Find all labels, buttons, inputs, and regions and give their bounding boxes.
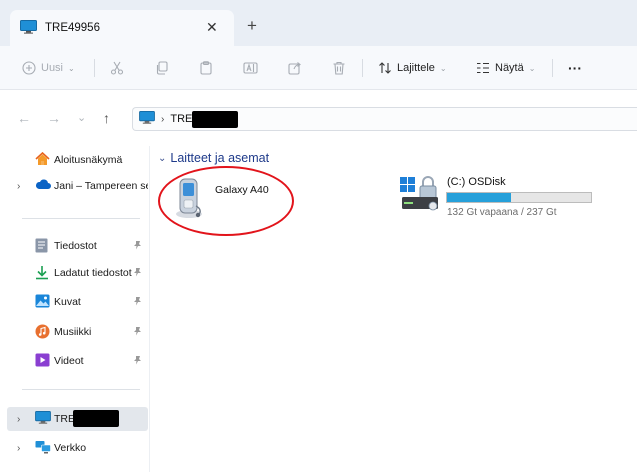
pin-icon xyxy=(133,240,142,253)
pin-icon xyxy=(133,267,142,280)
command-bar: Uusi ⌄ Lajittele ⌄ Näytä ⌄ ··· xyxy=(0,46,637,90)
plus-circle-icon xyxy=(22,61,36,75)
sort-button[interactable]: Lajittele ⌄ xyxy=(378,46,447,90)
sidebar-item-this-pc[interactable]: › TRE xyxy=(7,407,148,431)
sort-button-label: Lajittele xyxy=(397,62,435,74)
sidebar-item-label: Ladatut tiedostot xyxy=(54,267,132,279)
chevron-down-icon: ⌄ xyxy=(528,63,536,73)
music-icon xyxy=(35,324,50,342)
download-arrow-icon xyxy=(35,265,49,283)
recent-locations-chevron-icon[interactable]: ⌄ xyxy=(77,111,86,124)
expand-chevron-icon[interactable]: › xyxy=(17,414,20,425)
red-annotation-circle xyxy=(158,166,294,236)
trash-icon xyxy=(332,61,346,75)
copy-button[interactable] xyxy=(155,46,169,90)
breadcrumb-separator: › xyxy=(161,113,165,125)
expand-chevron-icon[interactable]: › xyxy=(17,181,20,192)
sidebar-item-downloads[interactable]: Ladatut tiedostot xyxy=(0,261,148,285)
share-button[interactable] xyxy=(288,46,302,90)
forward-arrow-icon[interactable]: → xyxy=(47,110,61,126)
sidebar-item-label: Verkko xyxy=(54,442,87,454)
redaction-block xyxy=(192,110,239,128)
view-button[interactable]: Näytä ⌄ xyxy=(476,46,535,90)
this-pc-icon xyxy=(139,111,155,127)
collapse-chevron-icon: ⌄ xyxy=(158,152,167,164)
this-pc-icon xyxy=(35,411,51,427)
cloud-icon xyxy=(35,178,51,193)
network-icon xyxy=(35,440,51,457)
sidebar-item-documents[interactable]: Tiedostot xyxy=(0,234,148,258)
pin-icon xyxy=(133,326,142,339)
drive-name[interactable]: (C:) OSDisk xyxy=(447,176,506,188)
documents-icon xyxy=(35,238,48,256)
group-label: Laitteet ja asemat xyxy=(170,151,270,165)
new-tab-button[interactable]: + xyxy=(247,17,257,34)
copy-icon xyxy=(155,61,169,75)
breadcrumb-this-pc[interactable]: TRE xyxy=(170,113,192,125)
delete-button[interactable] xyxy=(332,46,346,90)
title-bar: TRE49956 ✕ + xyxy=(0,0,637,46)
window-tab[interactable]: TRE49956 ✕ xyxy=(10,10,234,46)
drive-free-space: 132 Gt vapaana / 237 Gt xyxy=(447,207,557,218)
share-icon xyxy=(288,61,302,75)
sidebar-item-label: Jani – Tampereen seudun xyxy=(54,180,148,192)
sidebar-item-label: Tiedostot xyxy=(54,240,97,252)
scissors-icon xyxy=(110,61,124,75)
sidebar-item-label: Videot xyxy=(54,355,84,367)
rename-button[interactable] xyxy=(243,46,258,90)
toolbar-divider xyxy=(552,59,553,77)
navigation-pane: Aloitusnäkymä › Jani – Tampereen seudun … xyxy=(0,146,150,472)
sidebar-item-videos[interactable]: Videot xyxy=(0,349,148,373)
sidebar-item-music[interactable]: Musiikki xyxy=(0,320,148,344)
close-tab-button[interactable]: ✕ xyxy=(206,19,218,36)
this-pc-icon xyxy=(20,19,37,37)
sidebar-item-label: TRE xyxy=(54,413,75,425)
back-arrow-icon[interactable]: ← xyxy=(17,110,31,126)
drive-usage-bar xyxy=(446,192,592,203)
home-icon xyxy=(35,151,50,169)
navigation-row: ← → ⌄ ↑ › TRE xyxy=(0,90,637,146)
new-button-label: Uusi xyxy=(41,62,64,74)
tab-title: TRE49956 xyxy=(45,22,100,34)
sidebar-item-home[interactable]: Aloitusnäkymä xyxy=(0,148,148,172)
sidebar-item-network[interactable]: › Verkko xyxy=(0,436,148,460)
paste-button[interactable] xyxy=(199,46,213,90)
sidebar-divider xyxy=(22,218,140,219)
address-bar[interactable]: › TRE xyxy=(132,107,637,131)
redaction-block xyxy=(73,410,119,427)
sidebar-divider xyxy=(22,389,140,390)
sidebar-item-label: Musiikki xyxy=(54,326,92,338)
up-arrow-icon[interactable]: ↑ xyxy=(103,110,110,126)
sidebar-item-label: Aloitusnäkymä xyxy=(54,154,123,166)
view-button-label: Näytä xyxy=(495,62,524,74)
drive-usage-fill xyxy=(447,193,511,202)
pin-icon xyxy=(133,355,142,368)
clipboard-icon xyxy=(199,61,213,75)
chevron-down-icon: ⌄ xyxy=(439,63,447,73)
chevron-down-icon: ⌄ xyxy=(68,63,75,73)
videos-icon xyxy=(35,353,50,370)
sidebar-item-onedrive[interactable]: › Jani – Tampereen seudun xyxy=(0,174,148,198)
toolbar-divider xyxy=(94,59,95,77)
toolbar-divider xyxy=(362,59,363,77)
rename-icon xyxy=(243,61,258,75)
cut-button[interactable] xyxy=(110,46,124,90)
new-button[interactable]: Uusi ⌄ xyxy=(22,46,75,90)
sidebar-item-label: Kuvat xyxy=(54,296,81,308)
pin-icon xyxy=(133,296,142,309)
expand-chevron-icon[interactable]: › xyxy=(17,443,20,454)
drive-icon[interactable] xyxy=(400,176,442,215)
devices-and-drives-group-header[interactable]: ⌄ Laitteet ja asemat xyxy=(158,151,269,165)
sort-icon xyxy=(378,61,392,75)
sidebar-item-pictures[interactable]: Kuvat xyxy=(0,290,148,314)
pictures-icon xyxy=(35,294,50,311)
more-options-button[interactable]: ··· xyxy=(568,46,582,90)
view-list-icon xyxy=(476,62,490,74)
